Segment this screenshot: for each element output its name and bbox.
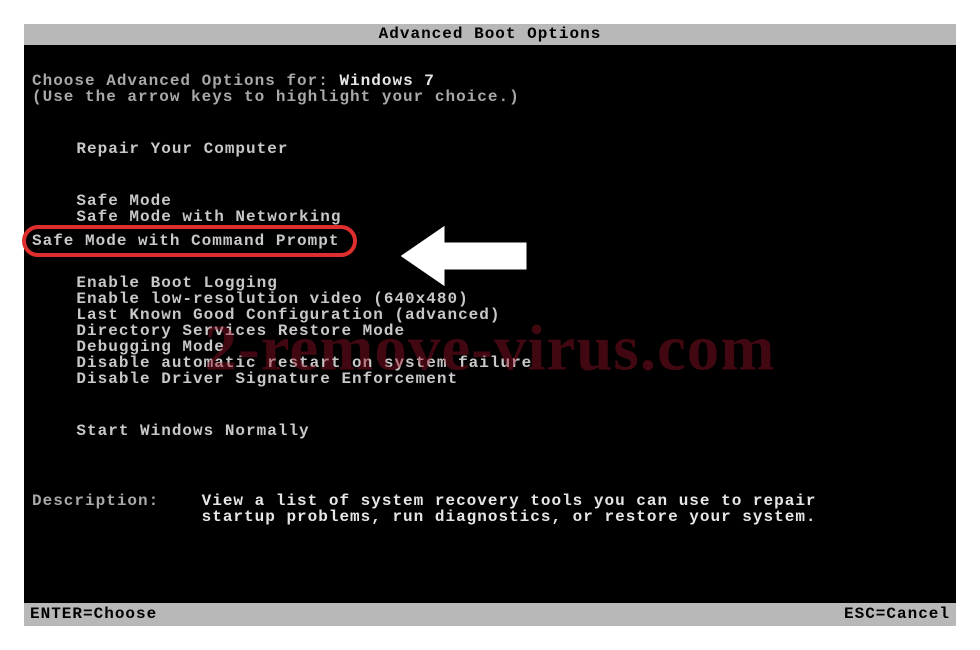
spacer xyxy=(32,105,948,141)
prompt-line: Choose Advanced Options for: Windows 7 xyxy=(32,73,948,89)
menu-item-start-normally[interactable]: Start Windows Normally xyxy=(32,423,948,439)
prompt-hint: (Use the arrow keys to highlight your ch… xyxy=(32,89,948,105)
spacer xyxy=(32,439,948,475)
title-bar: Advanced Boot Options xyxy=(24,24,956,45)
footer-bar: ENTER=Choose ESC=Cancel xyxy=(24,603,956,626)
menu-item-last-known-good[interactable]: Last Known Good Configuration (advanced) xyxy=(32,307,948,323)
menu-item-safe-mode[interactable]: Safe Mode xyxy=(32,193,948,209)
annotation-arrow-icon xyxy=(394,217,532,295)
spacer xyxy=(32,157,948,193)
description-text: View a list of system recovery tools you… xyxy=(202,493,817,525)
menu-item-disable-auto-restart[interactable]: Disable automatic restart on system fail… xyxy=(32,355,948,371)
selection-highlight: Safe Mode with Command Prompt xyxy=(22,225,357,257)
menu-item-repair[interactable]: Repair Your Computer xyxy=(32,141,948,157)
menu-item-debugging[interactable]: Debugging Mode xyxy=(32,339,948,355)
menu-item-disable-driver-sig[interactable]: Disable Driver Signature Enforcement xyxy=(32,371,948,387)
description-block: Description: View a list of system recov… xyxy=(32,493,948,525)
description-label: Description: xyxy=(32,493,202,525)
screen-title: Advanced Boot Options xyxy=(379,25,602,43)
footer-enter-hint: ENTER=Choose xyxy=(30,606,157,622)
spacer xyxy=(32,475,948,493)
spacer xyxy=(32,387,948,423)
description-line-2: startup problems, run diagnostics, or re… xyxy=(202,509,817,525)
boot-screen: Advanced Boot Options Choose Advanced Op… xyxy=(24,24,956,626)
footer-esc-hint: ESC=Cancel xyxy=(844,606,950,622)
description-line-1: View a list of system recovery tools you… xyxy=(202,493,817,509)
menu-item-ds-restore[interactable]: Directory Services Restore Mode xyxy=(32,323,948,339)
